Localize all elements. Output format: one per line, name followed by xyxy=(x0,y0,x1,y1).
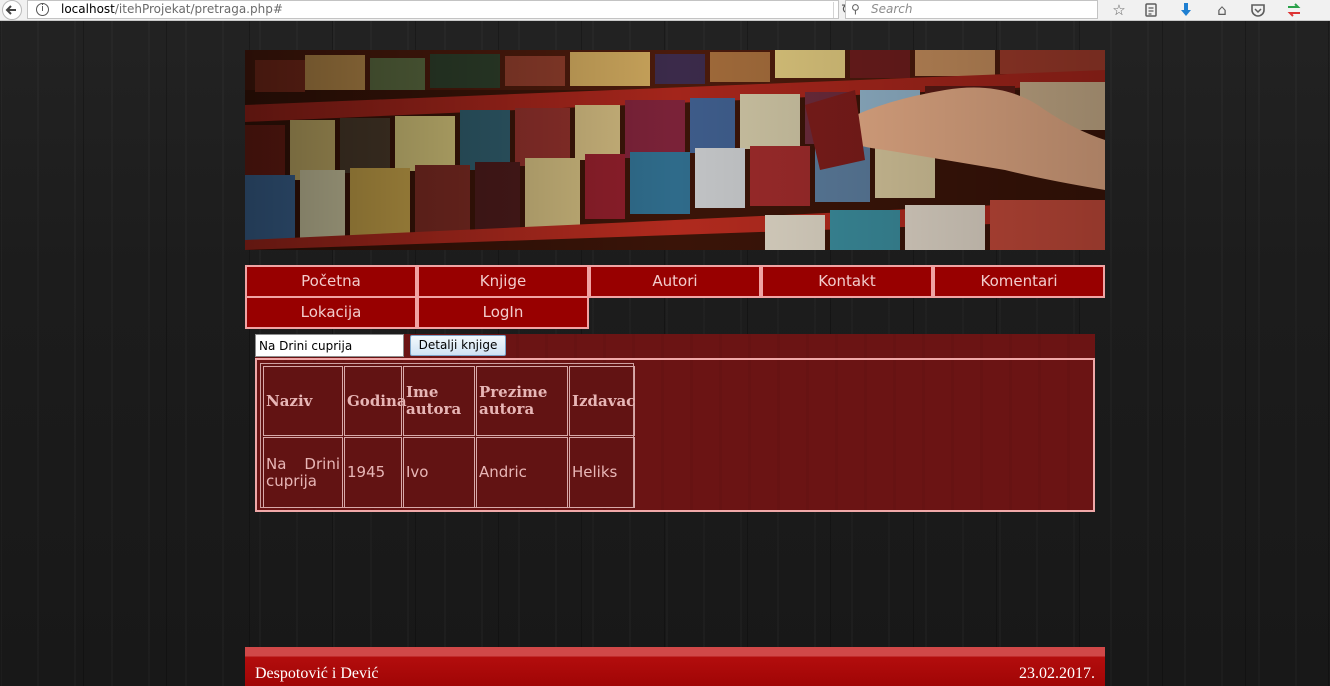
footer-authors: Despotović i Dević xyxy=(255,665,379,682)
back-button[interactable] xyxy=(2,0,22,20)
bookshelf-image xyxy=(245,50,1105,250)
nav-item-kontakt[interactable]: Kontakt xyxy=(761,265,933,298)
results-container: Naziv Godina Ime autora Prezime autora I… xyxy=(255,358,1095,512)
search-placeholder: Search xyxy=(871,2,913,16)
download-icon[interactable] xyxy=(1175,0,1197,20)
page-footer: Despotović i Dević 23.02.2017. xyxy=(245,647,1105,686)
nav-item-login[interactable]: LogIn xyxy=(417,296,589,329)
address-divider xyxy=(833,2,834,18)
nav-item-autori[interactable]: Autori xyxy=(589,265,761,298)
table-cell-prezime-autora: Andric xyxy=(476,437,568,508)
library-banner-image xyxy=(245,50,1105,250)
table-header-prezime-autora: Prezime autora xyxy=(476,366,568,436)
table-header-ime-autora: Ime autora xyxy=(403,366,475,436)
table-cell-naziv: Na Drini cuprija xyxy=(263,437,343,508)
url-host: localhost xyxy=(61,2,115,16)
table-header-godina: Godina xyxy=(344,366,407,436)
table-cell-godina: 1945 xyxy=(344,437,402,508)
address-bar[interactable]: i localhost/itehProjekat/pretraga.php# ↻ xyxy=(27,0,853,19)
book-details-button[interactable]: Detalji knjige xyxy=(410,335,506,356)
browser-search-box[interactable]: ⚲ Search xyxy=(845,0,1098,19)
footer-date: 23.02.2017. xyxy=(1019,665,1095,682)
table-cell-ime-autora: Ivo xyxy=(403,437,475,508)
home-icon[interactable]: ⌂ xyxy=(1211,0,1233,20)
table-header-izdavac: Izdavac xyxy=(569,366,635,436)
search-content-panel: Detalji knjige Naziv Godina Ime autora P… xyxy=(255,334,1095,512)
back-arrow-icon xyxy=(5,5,16,15)
reading-list-icon[interactable] xyxy=(1140,0,1162,20)
results-table: Naziv Godina Ime autora Prezime autora I… xyxy=(260,363,635,508)
url-text: localhost/itehProjekat/pretraga.php# xyxy=(61,1,283,18)
book-title-input[interactable] xyxy=(255,334,404,357)
nav-item-knjige[interactable]: Knjige xyxy=(417,265,589,298)
table-header-naziv: Naziv xyxy=(263,366,343,436)
nav-item-lokacija[interactable]: Lokacija xyxy=(245,296,417,329)
info-icon[interactable]: i xyxy=(36,3,49,16)
sync-arrows-icon[interactable] xyxy=(1283,0,1305,20)
browser-toolbar: i localhost/itehProjekat/pretraga.php# ↻… xyxy=(0,0,1330,21)
url-path: /itehProjekat/pretraga.php# xyxy=(114,2,283,16)
pocket-icon[interactable] xyxy=(1247,0,1269,20)
nav-item-pocetna[interactable]: Početna xyxy=(245,265,417,298)
bookmark-star-icon[interactable]: ☆ xyxy=(1108,0,1130,20)
nav-item-komentari[interactable]: Komentari xyxy=(933,265,1105,298)
search-icon: ⚲ xyxy=(851,2,860,16)
table-cell-izdavac: Heliks xyxy=(569,437,635,508)
